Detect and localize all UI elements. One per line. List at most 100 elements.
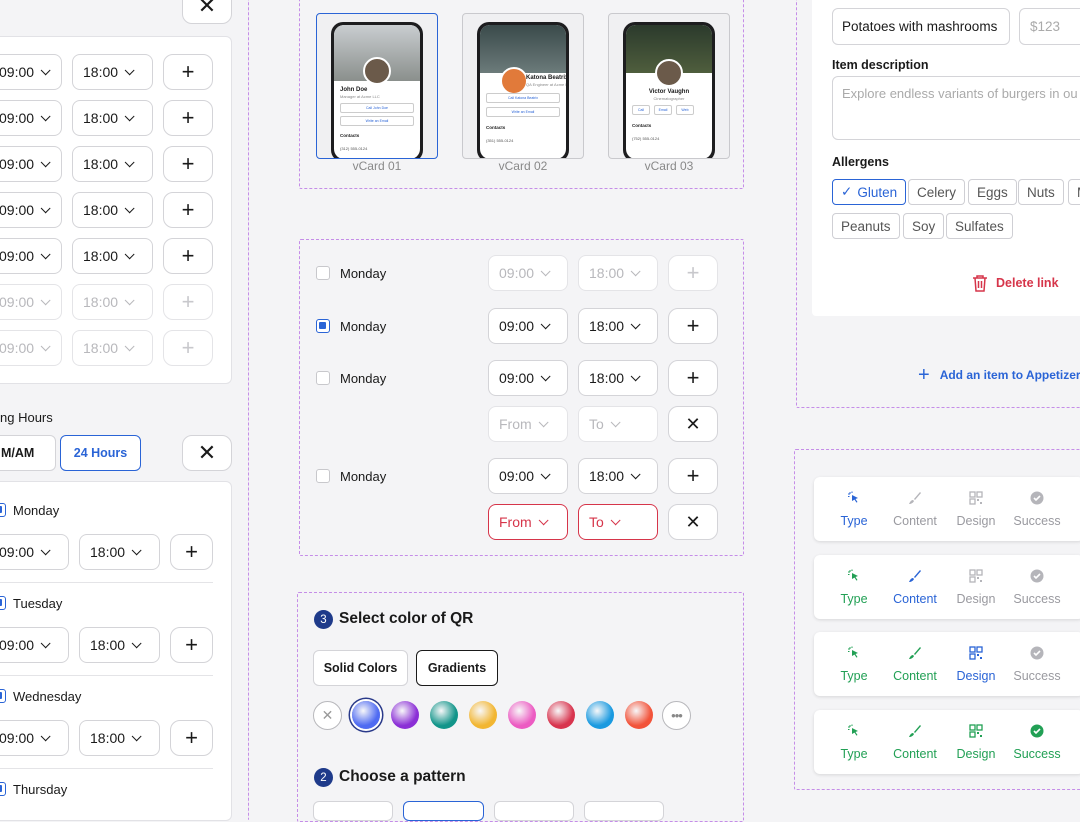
- open-time-select[interactable]: 09:00: [0, 284, 62, 320]
- step-label[interactable]: Content: [890, 669, 940, 683]
- extra-close-time-select[interactable]: To: [578, 504, 658, 540]
- close-time-select[interactable]: 18:00: [578, 308, 658, 344]
- extra-open-time-select[interactable]: From: [488, 406, 568, 442]
- open-time-select[interactable]: 09:00: [0, 146, 62, 182]
- pattern-option[interactable]: [584, 801, 664, 821]
- close-time-select[interactable]: 18:00: [72, 146, 153, 182]
- add-slot-button[interactable]: +: [163, 330, 213, 366]
- open-time-select[interactable]: 09:00: [488, 308, 568, 344]
- allergen-chip[interactable]: Soy: [903, 213, 945, 239]
- step-label[interactable]: Design: [951, 514, 1001, 528]
- step-label[interactable]: Success: [1012, 514, 1062, 528]
- add-slot-button[interactable]: +: [668, 458, 718, 494]
- step-label[interactable]: Type: [829, 747, 879, 761]
- close-time-select[interactable]: 18:00: [79, 720, 160, 756]
- description-field[interactable]: Explore endless variants of burgers in o…: [832, 76, 1080, 140]
- more-colors-icon[interactable]: •••: [662, 701, 691, 730]
- close-time-select[interactable]: 18:00: [72, 330, 153, 366]
- item-price-field[interactable]: $123: [1019, 8, 1080, 45]
- close-time-select[interactable]: 18:00: [578, 458, 658, 494]
- pattern-option[interactable]: [494, 801, 574, 821]
- color-swatch[interactable]: [625, 701, 653, 729]
- day-checkbox[interactable]: [0, 596, 6, 610]
- allergen-chip[interactable]: Sulfates: [946, 213, 1013, 239]
- day-checkbox[interactable]: [0, 782, 6, 796]
- tab-solid-colors[interactable]: Solid Colors: [313, 650, 408, 686]
- delete-link[interactable]: Delete link: [972, 274, 1059, 292]
- pattern-option[interactable]: [313, 801, 393, 821]
- allergen-chip[interactable]: ✓ Gluten: [832, 179, 907, 205]
- open-time-select[interactable]: 09:00: [0, 534, 69, 570]
- open-time-select[interactable]: 09:00: [0, 100, 62, 136]
- close-time-select[interactable]: 18:00: [72, 284, 153, 320]
- add-slot-button[interactable]: +: [668, 308, 718, 344]
- extra-open-time-select[interactable]: From: [488, 504, 568, 540]
- close-time-select[interactable]: 18:00: [72, 192, 153, 228]
- allergen-chip[interactable]: Celery: [908, 179, 966, 205]
- format-24-button[interactable]: 24 Hours: [60, 435, 141, 471]
- step-label[interactable]: Type: [829, 669, 879, 683]
- color-swatch[interactable]: [547, 701, 575, 729]
- color-swatch[interactable]: [586, 701, 614, 729]
- add-slot-button[interactable]: +: [668, 255, 718, 291]
- add-slot-button[interactable]: +: [170, 627, 213, 663]
- step-label[interactable]: Content: [890, 592, 940, 606]
- add-slot-button[interactable]: +: [170, 534, 213, 570]
- color-swatch[interactable]: [352, 701, 380, 729]
- add-slot-button[interactable]: +: [163, 192, 213, 228]
- day-checkbox[interactable]: [0, 503, 6, 517]
- close-time-select[interactable]: 18:00: [578, 360, 658, 396]
- extra-close-time-select[interactable]: To: [578, 406, 658, 442]
- open-time-select[interactable]: 09:00: [0, 720, 69, 756]
- day-checkbox[interactable]: [0, 689, 6, 703]
- add-slot-button[interactable]: +: [163, 146, 213, 182]
- add-slot-button[interactable]: +: [163, 54, 213, 90]
- pattern-option-selected[interactable]: [403, 801, 484, 821]
- open-time-select[interactable]: 09:00: [0, 330, 62, 366]
- add-slot-button[interactable]: +: [163, 238, 213, 274]
- remove-slot-button[interactable]: ✕: [668, 504, 718, 540]
- vcard-template[interactable]: Victor Vaughn Cinematographer Call Email…: [608, 13, 730, 159]
- add-slot-button[interactable]: +: [170, 720, 213, 756]
- step-label[interactable]: Type: [829, 592, 879, 606]
- allergen-chip[interactable]: M: [1068, 179, 1080, 205]
- color-swatch[interactable]: [391, 701, 419, 729]
- allergen-chip[interactable]: Eggs: [968, 179, 1017, 205]
- color-swatch[interactable]: [430, 701, 458, 729]
- close-button[interactable]: ✕: [182, 0, 232, 24]
- day-checkbox[interactable]: [316, 371, 330, 385]
- open-time-select[interactable]: 09:00: [488, 360, 568, 396]
- close-time-select[interactable]: 18:00: [72, 54, 153, 90]
- step-label[interactable]: Design: [951, 669, 1001, 683]
- step-label[interactable]: Success: [1012, 747, 1062, 761]
- open-time-select[interactable]: 09:00: [0, 238, 62, 274]
- step-label[interactable]: Design: [951, 747, 1001, 761]
- allergen-chip[interactable]: Peanuts: [832, 213, 900, 239]
- open-time-select[interactable]: 09:00: [488, 458, 568, 494]
- allergen-chip[interactable]: Nuts: [1018, 179, 1064, 205]
- add-slot-button[interactable]: +: [163, 100, 213, 136]
- remove-slot-button[interactable]: ✕: [668, 406, 718, 442]
- no-color-swatch[interactable]: ✕: [313, 701, 342, 730]
- open-time-select[interactable]: 09:00: [488, 255, 568, 291]
- format-am-button[interactable]: M/AM: [0, 435, 56, 471]
- open-time-select[interactable]: 09:00: [0, 54, 62, 90]
- step-label[interactable]: Content: [890, 514, 940, 528]
- add-slot-button[interactable]: +: [668, 360, 718, 396]
- vcard-template[interactable]: Katona Beatrix QA Engineer at Acme LLC C…: [462, 13, 584, 159]
- item-name-field[interactable]: Potatoes with mashrooms: [832, 8, 1010, 45]
- step-label[interactable]: Type: [829, 514, 879, 528]
- step-label[interactable]: Success: [1012, 669, 1062, 683]
- vcard-template[interactable]: John Doe Manager at Acme LLC Call John D…: [316, 13, 438, 159]
- add-item-link[interactable]: + Add an item to Appetizers: [918, 365, 1080, 385]
- close-time-select[interactable]: 18:00: [578, 255, 658, 291]
- day-checkbox[interactable]: [316, 319, 330, 333]
- close-time-select[interactable]: 18:00: [79, 627, 160, 663]
- step-label[interactable]: Design: [951, 592, 1001, 606]
- close-time-select[interactable]: 18:00: [72, 238, 153, 274]
- color-swatch[interactable]: [469, 701, 497, 729]
- open-time-select[interactable]: 09:00: [0, 192, 62, 228]
- close-button[interactable]: ✕: [182, 435, 232, 471]
- open-time-select[interactable]: 09:00: [0, 627, 69, 663]
- step-label[interactable]: Success: [1012, 592, 1062, 606]
